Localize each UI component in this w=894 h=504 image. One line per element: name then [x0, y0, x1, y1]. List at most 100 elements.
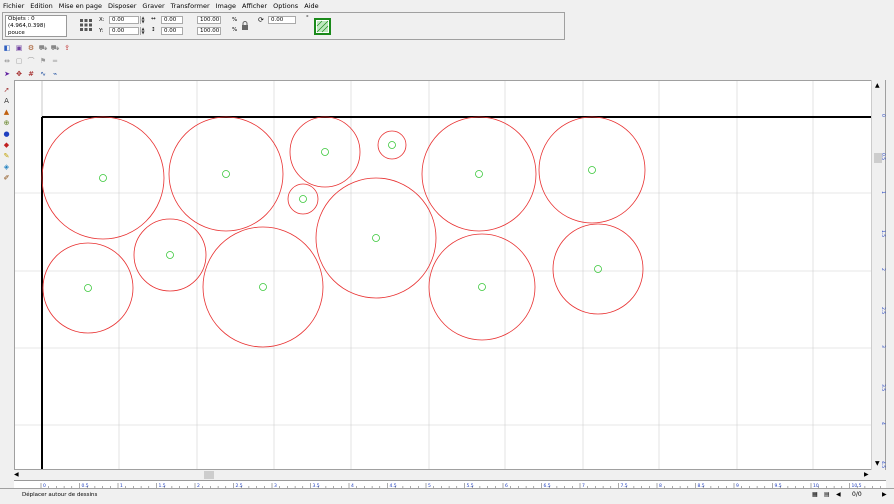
menu-item-disposer[interactable]: Disposer	[108, 2, 136, 10]
paint-icon[interactable]: ●	[1, 129, 12, 139]
menu-item-edition[interactable]: Edition	[30, 2, 53, 10]
page-prev-icon[interactable]: ◀	[836, 491, 841, 498]
circle-center-marker	[372, 234, 380, 242]
settings-icon[interactable]: ⚙	[26, 43, 36, 53]
canvas-svg[interactable]	[15, 81, 886, 470]
circle-shape	[315, 177, 437, 299]
circle-shape	[289, 116, 361, 188]
equal-icon[interactable]: ═	[50, 56, 60, 66]
rotation-field[interactable]: 0.00	[268, 16, 296, 24]
vruler-label: 1	[880, 191, 885, 194]
circle-center-marker	[299, 195, 307, 203]
circle-shape	[538, 116, 646, 224]
save-icon[interactable]: ▣	[14, 43, 24, 53]
select-arrow-icon[interactable]: ➚	[1, 85, 12, 95]
width-field[interactable]: 0.00	[161, 16, 183, 24]
vruler-label: 0.5	[880, 152, 885, 160]
pointer-node-icon[interactable]: ➤	[2, 69, 12, 79]
unit-mode: pouce	[8, 30, 25, 36]
vruler-label: 2.5	[880, 306, 885, 314]
scale-x-field[interactable]: 100.00	[197, 16, 221, 24]
object-info-panel: Objets : 0 (4.964,0.398) pouce	[5, 15, 67, 37]
text-tool-icon[interactable]: A	[1, 96, 12, 106]
circle-shape	[202, 226, 324, 348]
pen-tool-icon[interactable]: ✐	[1, 173, 12, 183]
shape-tool-icon[interactable]: ▲	[1, 107, 12, 117]
vruler-label: 2	[880, 268, 885, 271]
circle-center-marker	[594, 265, 602, 273]
bezier-icon[interactable]: ∿	[38, 69, 48, 79]
circle-shape	[41, 116, 165, 240]
rotate-icon: ⟳	[258, 16, 264, 24]
fill-pattern-icon[interactable]	[314, 18, 331, 35]
circle-shape	[168, 116, 284, 232]
drawing-canvas[interactable]	[14, 80, 886, 470]
circle-shape	[428, 233, 536, 341]
circle-center-marker	[588, 166, 596, 174]
y-spinner[interactable]: ▲ ▼	[140, 27, 145, 35]
scale-y-unit: %	[232, 27, 238, 33]
height-field[interactable]: 0.00	[161, 27, 183, 35]
menu-bar: Fichier Edition Mise en page Disposer Graver…	[0, 0, 894, 12]
vertical-scrollbar[interactable]: ▲ ▼ 0 0.5 1 1.5 2 2.5 3 3.5 4 4.5	[871, 80, 885, 470]
toolbar-row-2: ⇹ ▢ ⌒ ⚑ ═	[2, 55, 60, 67]
vruler-label: 3	[880, 345, 885, 348]
menu-item-aide[interactable]: Aide	[304, 2, 318, 10]
align-icon[interactable]: ⇹	[2, 56, 12, 66]
eraser-icon[interactable]: ◆	[1, 140, 12, 150]
frame-icon[interactable]: ▢	[14, 56, 24, 66]
scroll-down-icon[interactable]: ▼	[875, 460, 880, 467]
width-icon: ↔	[151, 16, 156, 22]
degree-unit: °	[306, 15, 309, 21]
toolbar-row-3: ➤ ✥ # ∿ ⌁	[2, 68, 60, 80]
circle-center-marker	[99, 174, 107, 182]
fill-icon[interactable]: ◈	[1, 162, 12, 172]
curve-icon[interactable]: ⌒	[26, 56, 36, 66]
lock-icon[interactable]	[241, 21, 249, 31]
circle-shape	[287, 183, 319, 215]
move-icon[interactable]: ✥	[14, 69, 24, 79]
node-edit-icon[interactable]: ⌁	[50, 69, 60, 79]
y-field[interactable]: 0.00	[109, 27, 139, 35]
scroll-right-icon[interactable]: ▶	[864, 471, 869, 478]
export-icon[interactable]: ⇪	[62, 43, 72, 53]
circle-shape	[421, 116, 537, 232]
menu-item-afficher[interactable]: Afficher	[242, 2, 267, 10]
zoom-tool-icon[interactable]: ⊕	[1, 118, 12, 128]
menu-item-graver[interactable]: Graver	[142, 2, 164, 10]
circle-shape	[552, 223, 644, 315]
menu-item-image[interactable]: Image	[216, 2, 236, 10]
vruler-label: 4	[880, 422, 885, 425]
scroll-left-icon[interactable]: ◀	[14, 471, 19, 478]
car-outline-icon[interactable]: ⛟	[50, 43, 60, 53]
menu-item-fichier[interactable]: Fichier	[3, 2, 24, 10]
menu-item-options[interactable]: Options	[273, 2, 298, 10]
menu-item-transformer[interactable]: Transformer	[171, 2, 210, 10]
laser-icon[interactable]: ✎	[1, 151, 12, 161]
height-icon: ↕	[151, 27, 156, 33]
page-next-icon[interactable]: ▶	[882, 491, 887, 498]
circle-center-marker	[222, 170, 230, 178]
scale-x-unit: %	[232, 17, 238, 23]
flag-icon[interactable]: ⚑	[38, 56, 48, 66]
scroll-up-icon[interactable]: ▲	[875, 82, 880, 89]
menu-item-mise-en-page[interactable]: Mise en page	[59, 2, 102, 10]
vruler-label: 0	[880, 114, 885, 117]
status-message: Déplacer autour de dessins	[22, 492, 98, 498]
circle-center-marker	[478, 283, 486, 291]
open-file-icon[interactable]: ◧	[2, 43, 12, 53]
hscroll-thumb[interactable]	[204, 471, 214, 479]
horizontal-scrollbar[interactable]: ◀ ▶	[14, 470, 886, 480]
circle-shape	[42, 242, 134, 334]
page-indicator: 0/0	[852, 491, 862, 498]
vruler-label: 1.5	[880, 229, 885, 237]
x-spinner[interactable]: ▲ ▼	[140, 16, 145, 24]
x-field[interactable]: 0.00	[109, 16, 139, 24]
car-icon[interactable]: ⛟	[38, 43, 48, 53]
grid-icon[interactable]: #	[26, 69, 36, 79]
anchor-grid-icon[interactable]	[79, 18, 93, 32]
page-add-icon[interactable]: ▤	[824, 491, 830, 498]
scale-y-field[interactable]: 100.00	[197, 27, 221, 35]
y-label: Y:	[99, 28, 104, 34]
page-icon[interactable]: ▦	[812, 491, 818, 498]
